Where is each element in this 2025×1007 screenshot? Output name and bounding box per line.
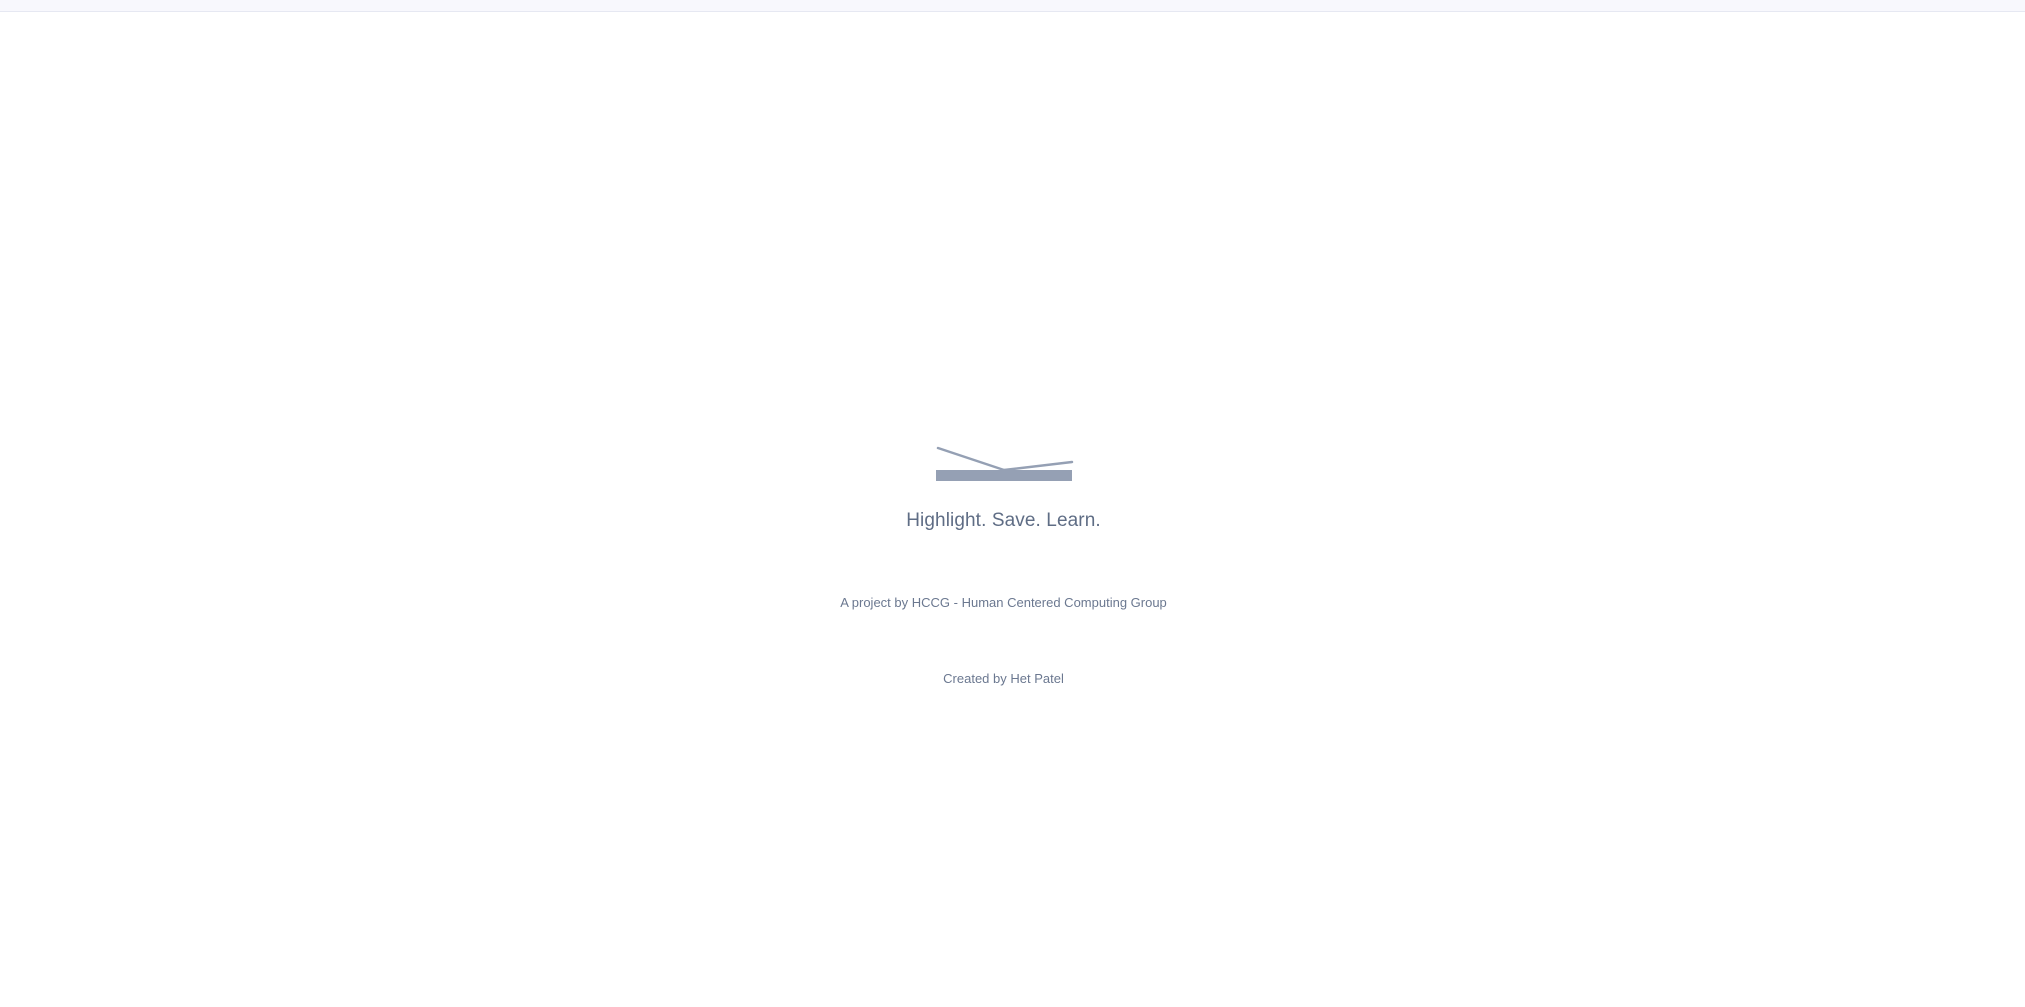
open-book-icon: [936, 446, 1074, 481]
project-credit: A project by HCCG - Human Centered Compu…: [840, 595, 1167, 610]
splash-screen: Highlight. Save. Learn. A project by HCC…: [0, 0, 2025, 1007]
tagline: Highlight. Save. Learn.: [906, 510, 1101, 531]
creator-credit: Created by Het Patel: [943, 671, 1064, 686]
